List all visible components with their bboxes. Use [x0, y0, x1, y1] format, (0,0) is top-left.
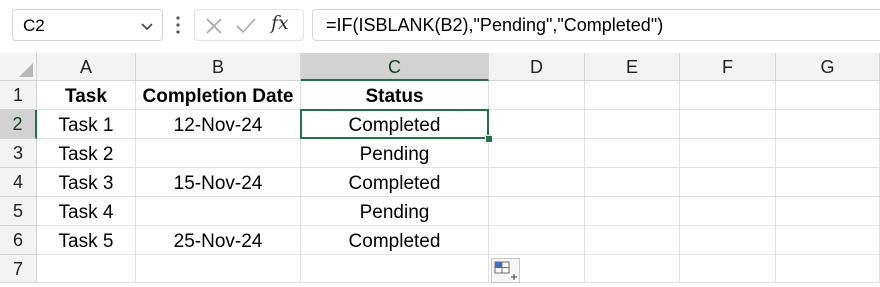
chevron-down-icon[interactable] [140, 19, 154, 37]
cell-a6[interactable]: Task 5 [37, 226, 136, 255]
cell-b3[interactable] [136, 139, 301, 168]
cell-g3[interactable] [776, 139, 880, 168]
cell-b2[interactable]: 12-Nov-24 [136, 110, 301, 139]
name-box[interactable]: C2 [12, 9, 163, 41]
column-header-e[interactable]: E [585, 53, 680, 81]
select-all-triangle-icon [19, 63, 33, 77]
cell-e6[interactable] [585, 226, 680, 255]
cell-f1[interactable] [680, 81, 776, 110]
column-header-c[interactable]: C [301, 53, 489, 81]
cell-f3[interactable] [680, 139, 776, 168]
cell-c6[interactable]: Completed [301, 226, 489, 255]
cell-e2[interactable] [585, 110, 680, 139]
column-header-a[interactable]: A [37, 53, 136, 81]
cell-c5[interactable]: Pending [301, 197, 489, 226]
cell-g4[interactable] [776, 168, 880, 197]
cell-a1[interactable]: Task [37, 81, 136, 110]
column-header-g[interactable]: G [776, 53, 880, 81]
cell-e4[interactable] [585, 168, 680, 197]
cell-b7[interactable] [136, 255, 301, 283]
cell-a5[interactable]: Task 4 [37, 197, 136, 226]
cell-a3[interactable]: Task 2 [37, 139, 136, 168]
cell-b6[interactable]: 25-Nov-24 [136, 226, 301, 255]
cancel-icon[interactable] [205, 17, 223, 40]
cell-d1[interactable] [489, 81, 585, 110]
row-header-1[interactable]: 1 [0, 81, 37, 110]
cell-g2[interactable] [776, 110, 880, 139]
row-header-3[interactable]: 3 [0, 139, 37, 168]
cell-f6[interactable] [680, 226, 776, 255]
formula-input[interactable]: =IF(ISBLANK(B2),"Pending","Completed") [312, 9, 880, 41]
spreadsheet-grid: A B C D E F G 1 Task Completion Date Status 2 Task 1… [0, 53, 880, 283]
cell-f5[interactable] [680, 197, 776, 226]
row-header-5[interactable]: 5 [0, 197, 37, 226]
formula-buttons: fx [194, 9, 304, 41]
name-box-value: C2 [23, 16, 45, 35]
cell-d5[interactable] [489, 197, 585, 226]
cell-g7[interactable] [776, 255, 880, 283]
cell-g6[interactable] [776, 226, 880, 255]
cell-c4[interactable]: Completed [301, 168, 489, 197]
cell-f4[interactable] [680, 168, 776, 197]
cell-f7[interactable] [680, 255, 776, 283]
cell-a7[interactable] [37, 255, 136, 283]
cell-e3[interactable] [585, 139, 680, 168]
fill-handle[interactable] [485, 135, 493, 143]
cell-b1[interactable]: Completion Date [136, 81, 301, 110]
cell-b4[interactable]: 15-Nov-24 [136, 168, 301, 197]
select-all-button[interactable] [0, 53, 37, 81]
formula-text: =IF(ISBLANK(B2),"Pending","Completed") [326, 15, 664, 35]
cell-e5[interactable] [585, 197, 680, 226]
cell-c1[interactable]: Status [301, 81, 489, 110]
column-header-f[interactable]: F [680, 53, 776, 81]
cell-f2[interactable] [680, 110, 776, 139]
cell-a2[interactable]: Task 1 [37, 110, 136, 139]
quick-analysis-icon[interactable] [491, 258, 520, 283]
cell-d6[interactable] [489, 226, 585, 255]
cell-d2[interactable] [489, 110, 585, 139]
row-header-6[interactable]: 6 [0, 226, 37, 255]
column-header-d[interactable]: D [489, 53, 585, 81]
enter-check-icon[interactable] [235, 17, 257, 40]
active-cell-border [300, 109, 489, 139]
cell-a4[interactable]: Task 3 [37, 168, 136, 197]
row-header-4[interactable]: 4 [0, 168, 37, 197]
cell-b5[interactable] [136, 197, 301, 226]
row-header-7[interactable]: 7 [0, 255, 37, 283]
cell-d4[interactable] [489, 168, 585, 197]
row-header-2[interactable]: 2 [0, 110, 37, 139]
cell-e7[interactable] [585, 255, 680, 283]
cell-c7[interactable] [301, 255, 489, 283]
cell-g5[interactable] [776, 197, 880, 226]
cell-g1[interactable] [776, 81, 880, 110]
insert-function-icon[interactable]: fx [271, 12, 289, 34]
formula-bar-area: C2 fx =IF(ISBLANK(B2),"Pending","Complet… [0, 0, 880, 52]
cell-e1[interactable] [585, 81, 680, 110]
more-vertical-icon[interactable] [175, 15, 181, 40]
column-header-b[interactable]: B [136, 53, 301, 81]
cell-d3[interactable] [489, 139, 585, 168]
cell-c3[interactable]: Pending [301, 139, 489, 168]
